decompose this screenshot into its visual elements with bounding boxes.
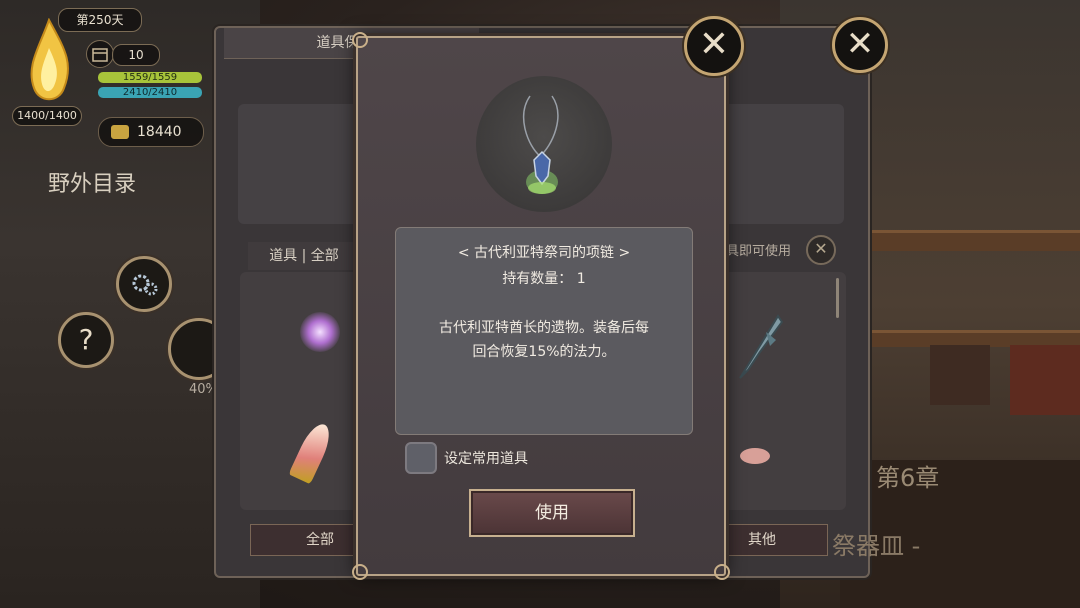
gold-counter: 18440	[98, 117, 204, 147]
day-counter: 第250天	[58, 8, 142, 32]
favorite-item-label: 设定常用道具	[444, 451, 528, 467]
wild-catalog-label[interactable]: 野外目录	[48, 166, 136, 198]
close-icon[interactable]: ✕	[806, 235, 836, 265]
favorite-item-checkbox[interactable]	[405, 442, 437, 474]
calendar-icon	[86, 40, 114, 68]
question-icon[interactable]: ?	[58, 312, 114, 368]
gold-coins-icon	[111, 125, 129, 139]
item-name: < 古代利亚特祭司的项链 >	[457, 245, 631, 261]
item-slot[interactable]	[288, 419, 336, 485]
calendar-value: 10	[112, 44, 160, 66]
necklace-icon	[522, 95, 559, 194]
grid-scrollbar[interactable]	[836, 278, 839, 318]
item-slot[interactable]	[740, 448, 770, 464]
hp-bar: 1559/1559	[98, 72, 202, 83]
flame-icon	[30, 18, 69, 101]
use-hint-text: 具即可使用	[726, 244, 792, 259]
chapter-subtitle: 祭器皿 -	[832, 532, 921, 560]
chapter-label: 第6章	[876, 464, 940, 492]
item-description: 古代利亚特酋长的遗物。装备后每 回合恢复15%的法力。	[414, 316, 674, 364]
flame-counter: 1400/1400	[12, 106, 82, 126]
item-description-line: 回合恢复15%的法力。	[472, 344, 616, 360]
close-icon[interactable]: ✕	[832, 17, 888, 73]
item-slot[interactable]	[730, 312, 786, 382]
item-image-frame	[476, 76, 612, 212]
item-slot[interactable]	[300, 312, 340, 352]
use-button[interactable]: 使用	[469, 489, 635, 537]
item-description-box: < 古代利亚特祭司的项链 > 持有数量： 1 古代利亚特酋长的遗物。装备后每 回…	[395, 227, 693, 435]
mp-bar: 2410/2410	[98, 87, 202, 98]
item-description-line: 古代利亚特酋长的遗物。装备后每	[439, 320, 649, 336]
gold-value: 18440	[137, 124, 182, 140]
item-category-tab[interactable]: 道具 | 全部	[248, 242, 360, 270]
item-detail-modal: < 古代利亚特祭司的项链 > 持有数量： 1 古代利亚特酋长的遗物。装备后每 回…	[352, 32, 730, 580]
close-icon[interactable]: ✕	[684, 16, 744, 76]
gear-icon[interactable]	[116, 256, 172, 312]
item-quantity: 持有数量： 1	[502, 271, 586, 287]
